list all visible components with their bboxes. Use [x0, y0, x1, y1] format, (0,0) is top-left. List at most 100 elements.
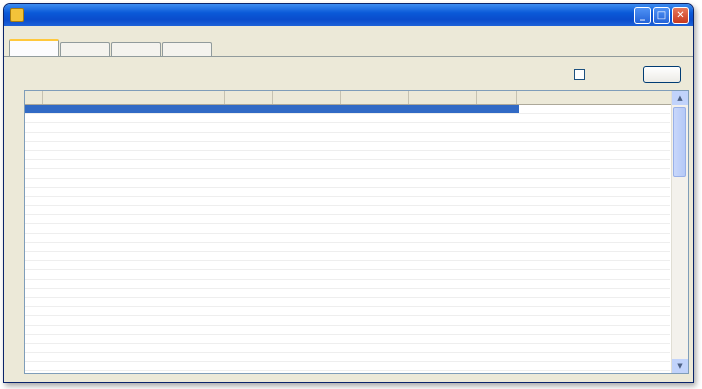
- close-button[interactable]: ✕: [672, 6, 689, 24]
- table-row[interactable]: [25, 289, 670, 298]
- table-row[interactable]: [25, 252, 670, 262]
- table-cell: [27, 160, 45, 168]
- table-cell: [27, 344, 45, 352]
- table-row[interactable]: [25, 160, 670, 170]
- table-cell: [343, 252, 411, 260]
- tab-1[interactable]: [9, 39, 59, 56]
- table-row[interactable]: [25, 280, 670, 289]
- table-cell: [275, 326, 343, 334]
- scroll-up-arrow-icon[interactable]: ▲: [672, 91, 688, 105]
- app-window: _ □ ✕ ▲ ▼: [3, 3, 694, 383]
- table-cell: [27, 353, 45, 361]
- vertical-scrollbar[interactable]: ▲ ▼: [671, 91, 688, 373]
- table-row[interactable]: [25, 224, 670, 234]
- table-cell: [479, 335, 519, 343]
- table-row[interactable]: [25, 234, 670, 243]
- table-cell: [27, 335, 45, 343]
- table-row[interactable]: [25, 142, 670, 151]
- table-cell: [343, 243, 411, 251]
- grid-header: [25, 91, 688, 105]
- table-row[interactable]: [25, 151, 670, 161]
- row-cells: [25, 224, 519, 232]
- scroll-down-arrow-icon[interactable]: ▼: [672, 359, 688, 373]
- table-cell: [27, 270, 45, 278]
- table-row[interactable]: [25, 206, 670, 216]
- table-cell: [411, 133, 479, 141]
- table-cell: [45, 169, 227, 177]
- table-cell: [275, 169, 343, 177]
- table-row[interactable]: [25, 335, 670, 344]
- table-cell: [227, 142, 275, 150]
- tab-3[interactable]: [111, 42, 161, 56]
- table-row[interactable]: [25, 215, 670, 225]
- action-button[interactable]: [643, 66, 681, 83]
- table-cell: [45, 289, 227, 297]
- header-col-5[interactable]: [341, 91, 409, 104]
- header-filler: [517, 91, 688, 104]
- row-cells: [25, 335, 519, 343]
- table-row[interactable]: [25, 362, 670, 372]
- table-cell: [45, 215, 227, 223]
- table-cell: [27, 114, 45, 122]
- maximize-button[interactable]: □: [653, 6, 670, 24]
- table-cell: [275, 270, 343, 278]
- table-row[interactable]: [25, 261, 670, 271]
- row-cells: [25, 344, 519, 352]
- table-row[interactable]: [25, 316, 670, 326]
- table-row[interactable]: [25, 307, 670, 317]
- row-cells: [25, 123, 519, 131]
- table-cell: [479, 215, 519, 223]
- table-row[interactable]: [25, 169, 670, 179]
- table-cell: [411, 261, 479, 269]
- title-bar[interactable]: _ □ ✕: [4, 4, 693, 26]
- table-row[interactable]: [25, 270, 670, 280]
- header-col-4[interactable]: [273, 91, 341, 104]
- table-cell: [45, 353, 227, 361]
- table-cell: [411, 114, 479, 122]
- table-cell: [275, 289, 343, 297]
- table-row[interactable]: [25, 105, 670, 115]
- header-col-6[interactable]: [409, 91, 477, 104]
- scroll-thumb[interactable]: [673, 107, 686, 177]
- table-row[interactable]: [25, 298, 670, 308]
- table-cell: [479, 142, 519, 150]
- table-cell: [275, 215, 343, 223]
- minimize-button[interactable]: _: [634, 6, 651, 24]
- table-row[interactable]: [25, 353, 670, 363]
- table-row[interactable]: [25, 133, 670, 142]
- table-row[interactable]: [25, 188, 670, 197]
- table-cell: [27, 179, 45, 187]
- header-name[interactable]: [43, 91, 225, 104]
- data-grid[interactable]: ▲ ▼: [24, 90, 689, 374]
- table-cell: [411, 105, 479, 113]
- table-cell: [411, 243, 479, 251]
- header-col-7[interactable]: [477, 91, 517, 104]
- table-cell: [479, 123, 519, 131]
- table-row[interactable]: [25, 114, 670, 124]
- row-cells: [25, 234, 519, 242]
- tab-2[interactable]: [60, 42, 110, 56]
- table-cell: [479, 307, 519, 315]
- table-row[interactable]: [25, 179, 670, 188]
- tab-4[interactable]: [162, 42, 212, 56]
- header-col-3[interactable]: [225, 91, 273, 104]
- row-cells: [25, 151, 519, 159]
- close-icon: ✕: [676, 9, 685, 21]
- table-row[interactable]: [25, 243, 670, 252]
- table-row[interactable]: [25, 326, 670, 335]
- table-row[interactable]: [25, 197, 670, 207]
- table-cell: [27, 169, 45, 177]
- table-cell: [45, 197, 227, 205]
- option-checkbox[interactable]: [574, 69, 585, 80]
- table-row[interactable]: [25, 344, 670, 354]
- table-cell: [343, 316, 411, 324]
- header-row-number[interactable]: [25, 91, 43, 104]
- table-row[interactable]: [25, 123, 670, 133]
- table-cell: [479, 151, 519, 159]
- table-cell: [343, 234, 411, 242]
- table-cell: [411, 234, 479, 242]
- table-cell: [479, 188, 519, 196]
- table-cell: [45, 335, 227, 343]
- option-checkbox-group[interactable]: [574, 69, 621, 80]
- table-cell: [27, 316, 45, 324]
